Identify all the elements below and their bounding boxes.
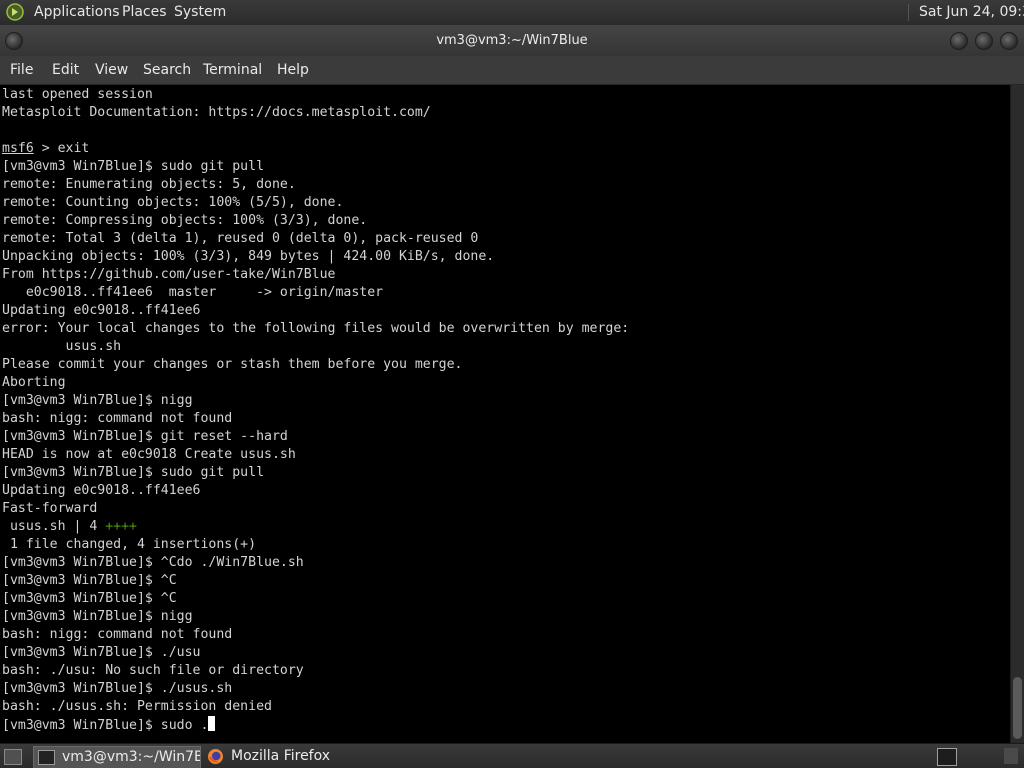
terminal-line: Metasploit Documentation: https://docs.m… bbox=[2, 105, 431, 120]
terminal-line: [vm3@vm3 Win7Blue]$ ./usus.sh bbox=[2, 681, 233, 696]
terminal-menubar: File Edit View Search Terminal Help bbox=[0, 56, 1024, 85]
terminal-line: [vm3@vm3 Win7Blue]$ ^Cdo ./Win7Blue.sh bbox=[2, 555, 304, 570]
terminal-output: last opened session Metasploit Documentat… bbox=[2, 86, 629, 734]
terminal-line: 1 file changed, 4 insertions(+) bbox=[2, 537, 257, 552]
show-desktop-icon[interactable] bbox=[4, 749, 22, 765]
places-menu[interactable]: Places bbox=[122, 0, 167, 25]
panel-separator bbox=[908, 4, 909, 21]
menu-search[interactable]: Search bbox=[143, 56, 191, 84]
tray-terminal-icon[interactable] bbox=[937, 748, 957, 766]
terminal-line: [vm3@vm3 Win7Blue]$ git reset --hard bbox=[2, 429, 288, 444]
menu-terminal[interactable]: Terminal bbox=[203, 56, 262, 84]
terminal-line: Aborting bbox=[2, 375, 66, 390]
window-titlebar[interactable]: vm3@vm3:~/Win7Blue bbox=[0, 25, 1024, 56]
terminal-line: remote: Enumerating objects: 5, done. bbox=[2, 177, 296, 192]
terminal-line: usus.sh bbox=[2, 339, 122, 354]
terminal-cursor bbox=[208, 716, 216, 731]
terminal-line: Updating e0c9018..ff41ee6 bbox=[2, 303, 201, 318]
terminal-line: last opened session bbox=[2, 87, 153, 102]
terminal-line: [vm3@vm3 Win7Blue]$ nigg bbox=[2, 393, 193, 408]
clock[interactable]: Sat Jun 24, 09:32 bbox=[919, 0, 1024, 25]
taskbar-item-label: vm3@vm3:~/Win7B... bbox=[62, 749, 200, 765]
terminal-line: msf6 > exit bbox=[2, 141, 90, 156]
terminal-line: [vm3@vm3 Win7Blue]$ ^C bbox=[2, 591, 177, 606]
terminal-icon bbox=[38, 750, 55, 765]
minimize-icon[interactable] bbox=[950, 32, 968, 50]
taskbar-item-firefox[interactable]: Mozilla Firefox bbox=[203, 746, 373, 767]
firefox-icon bbox=[208, 749, 223, 764]
menu-help[interactable]: Help bbox=[277, 56, 309, 84]
menu-edit[interactable]: Edit bbox=[52, 56, 79, 84]
top-panel: Applications Places System Sat Jun 24, 0… bbox=[0, 0, 1024, 26]
terminal-view[interactable]: last opened session Metasploit Documentat… bbox=[0, 85, 1010, 743]
terminal-line: From https://github.com/user-take/Win7Bl… bbox=[2, 267, 336, 282]
taskbar-item-terminal[interactable]: vm3@vm3:~/Win7B... bbox=[33, 746, 201, 768]
terminal-line: bash: nigg: command not found bbox=[2, 411, 233, 426]
terminal-line: remote: Total 3 (delta 1), reused 0 (del… bbox=[2, 231, 479, 246]
close-icon[interactable] bbox=[1000, 32, 1018, 50]
terminal-line: Updating e0c9018..ff41ee6 bbox=[2, 483, 201, 498]
menu-file[interactable]: File bbox=[10, 56, 33, 84]
scrollbar-thumb[interactable] bbox=[1013, 677, 1022, 739]
terminal-line: error: Your local changes to the followi… bbox=[2, 321, 630, 336]
desktop: Applications Places System Sat Jun 24, 0… bbox=[0, 0, 1024, 768]
terminal-line: bash: ./usu: No such file or directory bbox=[2, 663, 304, 678]
taskbar-item-label: Mozilla Firefox bbox=[231, 748, 331, 764]
workspace-switcher[interactable] bbox=[1004, 748, 1018, 764]
terminal-line: [vm3@vm3 Win7Blue]$ sudo git pull bbox=[2, 159, 265, 174]
terminal-line: [vm3@vm3 Win7Blue]$ ./usu bbox=[2, 645, 201, 660]
terminal-line: [vm3@vm3 Win7Blue]$ ^C bbox=[2, 573, 177, 588]
terminal-line: remote: Compressing objects: 100% (3/3),… bbox=[2, 213, 368, 228]
menu-view[interactable]: View bbox=[95, 56, 128, 84]
terminal-line: usus.sh | 4 ++++ bbox=[2, 519, 137, 534]
bottom-panel: vm3@vm3:~/Win7B... Mozilla Firefox bbox=[0, 743, 1024, 768]
terminal-line: remote: Counting objects: 100% (5/5), do… bbox=[2, 195, 344, 210]
terminal-line: Fast-forward bbox=[2, 501, 98, 516]
distro-logo-icon[interactable] bbox=[6, 3, 24, 21]
terminal-line: [vm3@vm3 Win7Blue]$ sudo git pull bbox=[2, 465, 265, 480]
terminal-line: [vm3@vm3 Win7Blue]$ sudo . bbox=[2, 716, 629, 734]
applications-menu[interactable]: Applications bbox=[34, 0, 120, 25]
maximize-icon[interactable] bbox=[975, 32, 993, 50]
system-menu[interactable]: System bbox=[174, 0, 226, 25]
terminal-line: bash: ./usus.sh: Permission denied bbox=[2, 699, 272, 714]
terminal-line: Unpacking objects: 100% (3/3), 849 bytes… bbox=[2, 249, 495, 264]
terminal-line: bash: nigg: command not found bbox=[2, 627, 233, 642]
terminal-line: [vm3@vm3 Win7Blue]$ nigg bbox=[2, 609, 193, 624]
terminal-line: Please commit your changes or stash them… bbox=[2, 357, 463, 372]
terminal-line: e0c9018..ff41ee6 master -> origin/master bbox=[2, 285, 384, 300]
terminal-scrollbar[interactable] bbox=[1010, 85, 1024, 743]
terminal-line: HEAD is now at e0c9018 Create usus.sh bbox=[2, 447, 296, 462]
window-title: vm3@vm3:~/Win7Blue bbox=[436, 33, 588, 48]
